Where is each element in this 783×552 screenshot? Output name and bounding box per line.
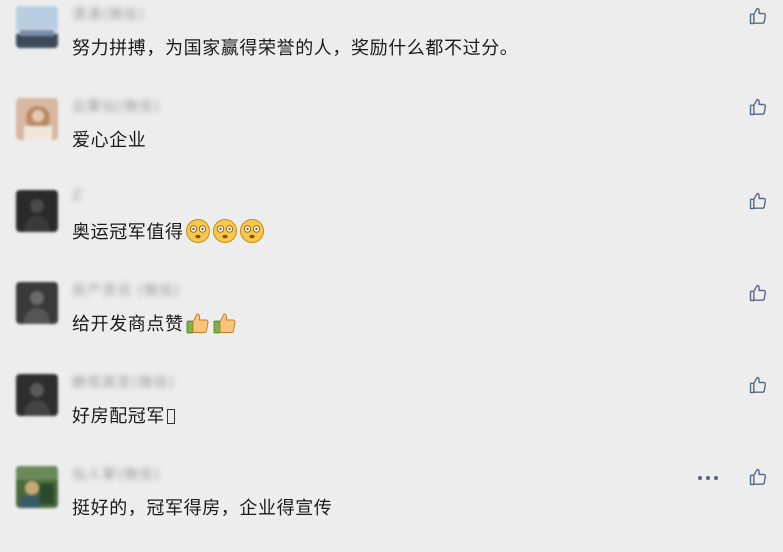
like-button[interactable]	[745, 94, 771, 120]
comment-text: 挺好的，冠军得房，企业得宣传	[72, 494, 332, 520]
comment-item: Z 奥运冠军值得	[0, 184, 783, 276]
comment-item: 云雾仙(微信) 爱心企业	[0, 92, 783, 184]
comment-item: 房产资讯 (微信) 给开发商点赞	[0, 276, 783, 368]
like-button[interactable]	[745, 3, 771, 29]
comment-text: 好房配冠军	[72, 402, 175, 428]
comment-nickname[interactable]: 房产资讯 (微信)	[72, 280, 180, 300]
comment-text: 给开发商点赞	[72, 310, 238, 341]
thumbs-up-icon	[749, 284, 767, 302]
missing-glyph-box	[167, 409, 175, 424]
avatar[interactable]	[16, 374, 58, 416]
thumbs-up-icon	[749, 192, 767, 210]
thumbs-up-icon	[749, 7, 767, 25]
avatar[interactable]	[16, 466, 58, 508]
comment-text: 努力拼搏，为国家赢得荣誉的人，奖励什么都不过分。	[72, 34, 518, 60]
like-button[interactable]	[745, 464, 771, 490]
more-button[interactable]	[694, 468, 722, 488]
thumbs-up-icon	[749, 376, 767, 394]
avatar[interactable]	[16, 98, 58, 140]
avatar[interactable]	[16, 282, 58, 324]
avatar[interactable]	[16, 190, 58, 232]
comment-text-content: 爱心企业	[72, 130, 147, 151]
more-dots-icon	[698, 476, 718, 480]
comment-nickname[interactable]: 潇潇(微信)	[72, 4, 145, 24]
comment-text-content: 挺好的，冠军得房，企业得宣传	[72, 498, 333, 519]
comment-nickname[interactable]: Z	[72, 188, 83, 204]
comment-text: 爱心企业	[72, 126, 146, 152]
comment-nickname[interactable]: 仙人掌(微信)	[72, 464, 160, 484]
comment-text-content: 给开发商点赞	[72, 314, 184, 335]
comment-text-content: 奥运冠军值得	[72, 222, 184, 243]
comment-text: 奥运冠军值得	[72, 218, 265, 249]
dizzy-face-emoji	[239, 218, 265, 249]
like-button[interactable]	[745, 188, 771, 214]
dizzy-face-emoji	[212, 218, 238, 249]
comment-item: 静观其变(微信) 好房配冠军	[0, 368, 783, 460]
thumbs-up-emoji	[185, 310, 211, 341]
dizzy-face-emoji	[185, 218, 211, 249]
comment-text-content: 努力拼搏，为国家赢得荣誉的人，奖励什么都不过分。	[72, 38, 519, 59]
like-button[interactable]	[745, 280, 771, 306]
thumbs-up-icon	[749, 98, 767, 116]
avatar[interactable]	[16, 6, 58, 48]
comment-nickname[interactable]: 云雾仙(微信)	[72, 96, 160, 116]
comment-item: 潇潇(微信) 努力拼搏，为国家赢得荣誉的人，奖励什么都不过分。	[0, 0, 783, 92]
like-button[interactable]	[745, 372, 771, 398]
comment-list: 潇潇(微信) 努力拼搏，为国家赢得荣誉的人，奖励什么都不过分。 云雾仙(微信) …	[0, 0, 783, 529]
comment-nickname[interactable]: 静观其变(微信)	[72, 372, 175, 392]
thumbs-up-icon	[749, 468, 767, 486]
thumbs-up-emoji	[212, 310, 238, 341]
comment-item: 仙人掌(微信) 挺好的，冠军得房，企业得宣传	[0, 460, 783, 552]
comment-text-content: 好房配冠军	[72, 406, 165, 427]
